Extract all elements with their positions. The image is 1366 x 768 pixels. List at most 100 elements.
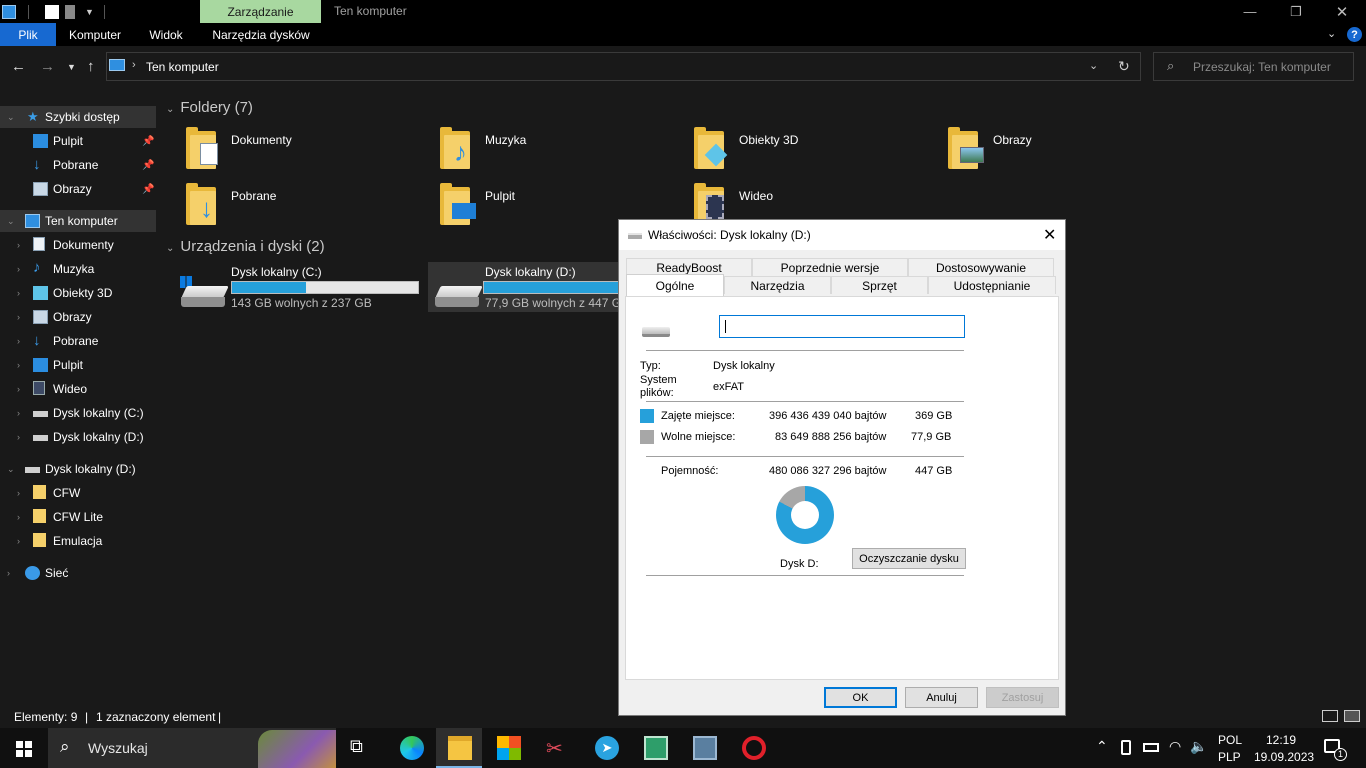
sidebar-item-cfw[interactable]: › CFW (0, 482, 156, 504)
new-folder-icon[interactable] (65, 5, 75, 19)
recent-locations-icon[interactable]: ▼ (67, 62, 76, 72)
folder-label-3d-objects[interactable]: Obiekty 3D (739, 133, 798, 147)
sidebar-item-3d-objects[interactable]: › Obiekty 3D (0, 282, 156, 304)
volume-icon[interactable]: 🔈 (1190, 738, 1207, 755)
clock-time[interactable]: 12:19 (1266, 733, 1296, 747)
folder-icon-music[interactable]: ♪ (440, 127, 476, 169)
file-explorer-icon[interactable] (448, 736, 472, 760)
chevron-down-icon[interactable]: ⌄ (7, 216, 15, 227)
close-button[interactable]: ✕ (1319, 0, 1365, 23)
folder-icon-desktop[interactable] (440, 183, 476, 225)
tab-previous-versions[interactable]: Poprzednie wersje (752, 258, 908, 276)
maximize-button[interactable]: ❐ (1273, 0, 1319, 23)
up-arrow-icon[interactable]: ↑ (87, 58, 95, 75)
folder-label-desktop[interactable]: Pulpit (485, 189, 515, 203)
sidebar-item-drive-c[interactable]: › Dysk lokalny (C:) (0, 402, 156, 424)
tab-computer[interactable]: Komputer (60, 23, 130, 46)
context-tab-manage[interactable]: Zarządzanie (200, 0, 321, 23)
sidebar-item-quick-access[interactable]: ⌄ ★ Szybki dostęp (0, 106, 156, 128)
opera-browser-icon[interactable] (742, 736, 766, 760)
forward-arrow-icon[interactable]: → (40, 58, 55, 75)
properties-icon[interactable] (45, 5, 59, 19)
breadcrumb[interactable]: Ten komputer (146, 60, 219, 74)
refresh-icon[interactable]: ↻ (1118, 58, 1130, 75)
folder-icon-downloads[interactable]: ↓ (186, 183, 222, 225)
chevron-right-icon[interactable]: › (17, 512, 20, 522)
chevron-right-icon[interactable]: › (17, 360, 20, 370)
devices-section-header[interactable]: ⌄ Urządzenia i dyski (2) (166, 238, 325, 255)
ok-button[interactable]: OK (824, 687, 897, 708)
sidebar-item-network[interactable]: › Sieć (0, 562, 156, 584)
show-hidden-icons-icon[interactable]: ⌃ (1096, 738, 1108, 755)
sidebar-item-videos[interactable]: › Wideo (0, 378, 156, 400)
chevron-right-icon[interactable]: › (17, 264, 20, 274)
folder-icon-documents[interactable] (186, 127, 222, 169)
folder-label-documents[interactable]: Dokumenty (231, 133, 292, 147)
drive-tile-c[interactable]: Dysk lokalny (C:) 143 GB wolnych z 237 G… (174, 262, 424, 312)
tab-sharing[interactable]: Udostępnianie (928, 276, 1056, 294)
telegram-icon[interactable]: ➤ (595, 736, 619, 760)
calculator-icon[interactable] (693, 736, 717, 760)
back-arrow-icon[interactable]: ← (11, 58, 26, 75)
address-dropdown-icon[interactable]: ⌄ (1089, 59, 1098, 72)
chevron-down-icon[interactable]: ⌄ (7, 464, 15, 475)
pin-icon[interactable]: 📌 (142, 184, 154, 195)
pin-icon[interactable]: 📌 (142, 136, 154, 147)
drive-tile-d[interactable]: Dysk lokalny (D:) 77,9 GB wolnych z 447 … (428, 262, 624, 312)
help-icon[interactable]: ? (1347, 27, 1362, 42)
folder-icon-pictures[interactable] (948, 127, 984, 169)
snipping-tool-icon[interactable]: ✂ (546, 736, 570, 760)
store-icon[interactable] (497, 736, 521, 760)
battery-icon[interactable] (1143, 743, 1159, 752)
chevron-right-icon[interactable]: › (17, 288, 20, 298)
pin-icon[interactable]: 📌 (142, 160, 154, 171)
chevron-down-icon[interactable]: ⌄ (7, 112, 15, 123)
chevron-down-icon[interactable]: ▼ (85, 7, 94, 17)
language-indicator[interactable]: POL (1218, 733, 1242, 747)
chevron-right-icon[interactable]: › (17, 488, 20, 498)
sidebar-item-downloads[interactable]: ↓ Pobrane 📌 (0, 154, 156, 176)
folder-label-pictures[interactable]: Obrazy (993, 133, 1032, 147)
sidebar-item-drive-d[interactable]: › Dysk lokalny (D:) (0, 426, 156, 448)
folder-icon-3d-objects[interactable] (694, 127, 730, 169)
dialog-title-bar[interactable]: Właściwości: Dysk lokalny (D:) ✕ (619, 220, 1065, 250)
address-bar[interactable] (106, 52, 1141, 81)
chevron-right-icon[interactable]: › (17, 536, 20, 546)
chevron-right-icon[interactable]: › (17, 384, 20, 394)
sidebar-item-this-pc[interactable]: ⌄ Ten komputer (0, 210, 156, 232)
sidebar-item-pictures-pc[interactable]: › Obrazy (0, 306, 156, 328)
edge-browser-icon[interactable] (400, 736, 424, 760)
sidebar-item-downloads-pc[interactable]: › ↓ Pobrane (0, 330, 156, 352)
tab-general[interactable]: Ogólne (626, 274, 724, 296)
keyboard-layout-indicator[interactable]: PLP (1218, 750, 1241, 764)
sidebar-item-pictures[interactable]: Obrazy 📌 (0, 178, 156, 200)
chevron-right-icon[interactable]: › (17, 336, 20, 346)
tiles-view-icon[interactable] (1344, 710, 1360, 722)
start-windows-icon[interactable] (16, 741, 32, 757)
cancel-button[interactable]: Anuluj (905, 687, 978, 708)
folder-label-music[interactable]: Muzyka (485, 133, 526, 147)
translator-app-icon[interactable] (644, 736, 668, 760)
tab-view[interactable]: Widok (138, 23, 194, 46)
chevron-right-icon[interactable]: › (7, 568, 10, 578)
sidebar-item-music[interactable]: › ♪ Muzyka (0, 258, 156, 280)
sidebar-item-desktop[interactable]: Pulpit 📌 (0, 130, 156, 152)
details-view-icon[interactable] (1322, 710, 1338, 722)
tab-tools[interactable]: Narzędzia (724, 276, 831, 294)
sidebar-item-emulation[interactable]: › Emulacja (0, 530, 156, 552)
sidebar-item-desktop-pc[interactable]: › Pulpit (0, 354, 156, 376)
disk-cleanup-button[interactable]: Oczyszczanie dysku (852, 548, 966, 569)
chevron-right-icon[interactable]: › (17, 432, 20, 442)
chevron-right-icon[interactable]: › (17, 240, 20, 250)
chevron-right-icon[interactable]: › (17, 312, 20, 322)
volume-name-input[interactable] (719, 315, 965, 338)
ribbon-expand-icon[interactable]: ⌄ (1327, 27, 1336, 40)
tab-hardware[interactable]: Sprzęt (831, 276, 928, 294)
tab-customize[interactable]: Dostosowywanie (908, 258, 1054, 276)
minimize-button[interactable]: — (1227, 0, 1273, 23)
sidebar-item-cfw-lite[interactable]: › CFW Lite (0, 506, 156, 528)
folders-section-header[interactable]: ⌄ Foldery (7) (166, 99, 253, 116)
folder-label-videos[interactable]: Wideo (739, 189, 773, 203)
tab-file[interactable]: Plik (0, 23, 56, 46)
tab-drive-tools[interactable]: Narzędzia dysków (202, 23, 320, 46)
